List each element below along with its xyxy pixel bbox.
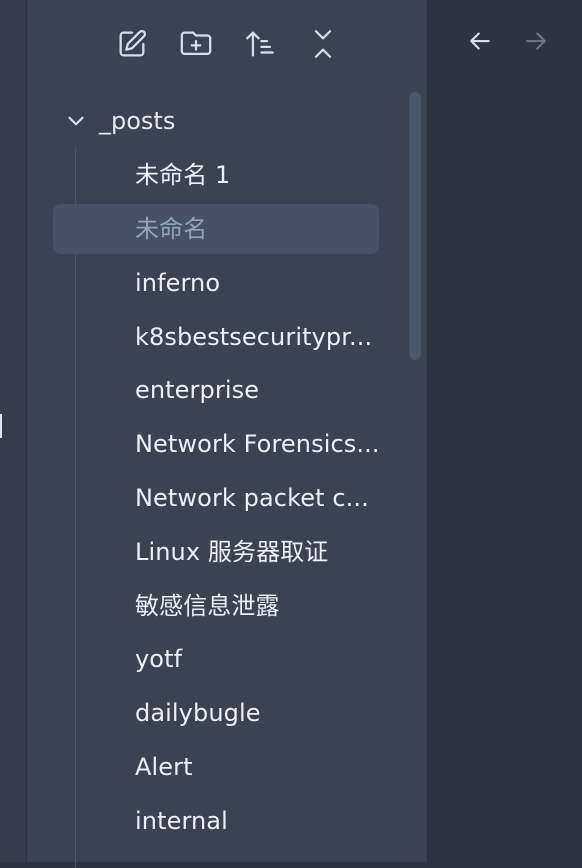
file-label: 敏感信息泄露	[135, 592, 280, 620]
new-note-icon	[119, 29, 147, 57]
new-folder-button[interactable]	[178, 26, 214, 62]
file-explorer-sidebar: _posts 未命名 1 未命名 inferno k8sbestsecurity…	[27, 0, 428, 868]
collapse-all-button[interactable]	[305, 26, 341, 62]
file-item[interactable]: Alert	[53, 742, 379, 792]
file-label: 未命名	[135, 215, 208, 243]
arrow-right-icon	[526, 32, 546, 50]
file-label: yotf	[135, 645, 183, 673]
file-item[interactable]: dailybugle	[53, 688, 379, 738]
new-note-button[interactable]	[114, 26, 150, 62]
chevron-down-icon[interactable]	[63, 108, 89, 134]
file-label: k8sbestsecuritypr...	[135, 323, 373, 351]
left-ribbon	[0, 0, 27, 862]
file-label: dailybugle	[135, 699, 261, 727]
file-item[interactable]: k8sbestsecuritypr...	[53, 312, 379, 362]
forward-button[interactable]	[519, 24, 553, 58]
ribbon-active-indicator	[0, 414, 2, 438]
collapse-all-icon	[314, 30, 332, 58]
file-label: internal	[135, 807, 228, 835]
file-item[interactable]: yotf	[53, 634, 379, 684]
folder-label: _posts	[99, 107, 176, 135]
file-label: 未命名 1	[135, 161, 231, 189]
file-item[interactable]: enterprise	[53, 365, 379, 415]
editor-pane	[428, 0, 582, 862]
file-item[interactable]: 未命名 1	[53, 150, 379, 200]
file-item[interactable]: Network packet c...	[53, 473, 379, 523]
file-label: Linux 服务器取证	[135, 538, 329, 566]
file-label: Network packet c...	[135, 484, 369, 512]
file-label: inferno	[135, 269, 221, 297]
new-folder-icon	[180, 31, 212, 56]
file-label: Alert	[135, 753, 193, 781]
file-label: Network Forensics...	[135, 430, 380, 458]
scrollbar-thumb[interactable]	[409, 92, 421, 360]
file-label: enterprise	[135, 376, 260, 404]
file-item[interactable]: Network Forensics...	[53, 419, 379, 469]
folder-posts[interactable]: _posts	[63, 102, 403, 140]
file-item[interactable]: inferno	[53, 258, 379, 308]
sort-icon	[246, 31, 274, 57]
file-item[interactable]: internal	[53, 796, 379, 846]
explorer-toolbar	[27, 0, 427, 88]
file-item-active[interactable]: 未命名	[53, 204, 379, 254]
back-button[interactable]	[463, 24, 497, 58]
file-item[interactable]: Linux 服务器取证	[53, 527, 379, 577]
file-item[interactable]: 敏感信息泄露	[53, 581, 379, 631]
arrow-left-icon	[470, 32, 490, 50]
sort-button[interactable]	[242, 26, 278, 62]
